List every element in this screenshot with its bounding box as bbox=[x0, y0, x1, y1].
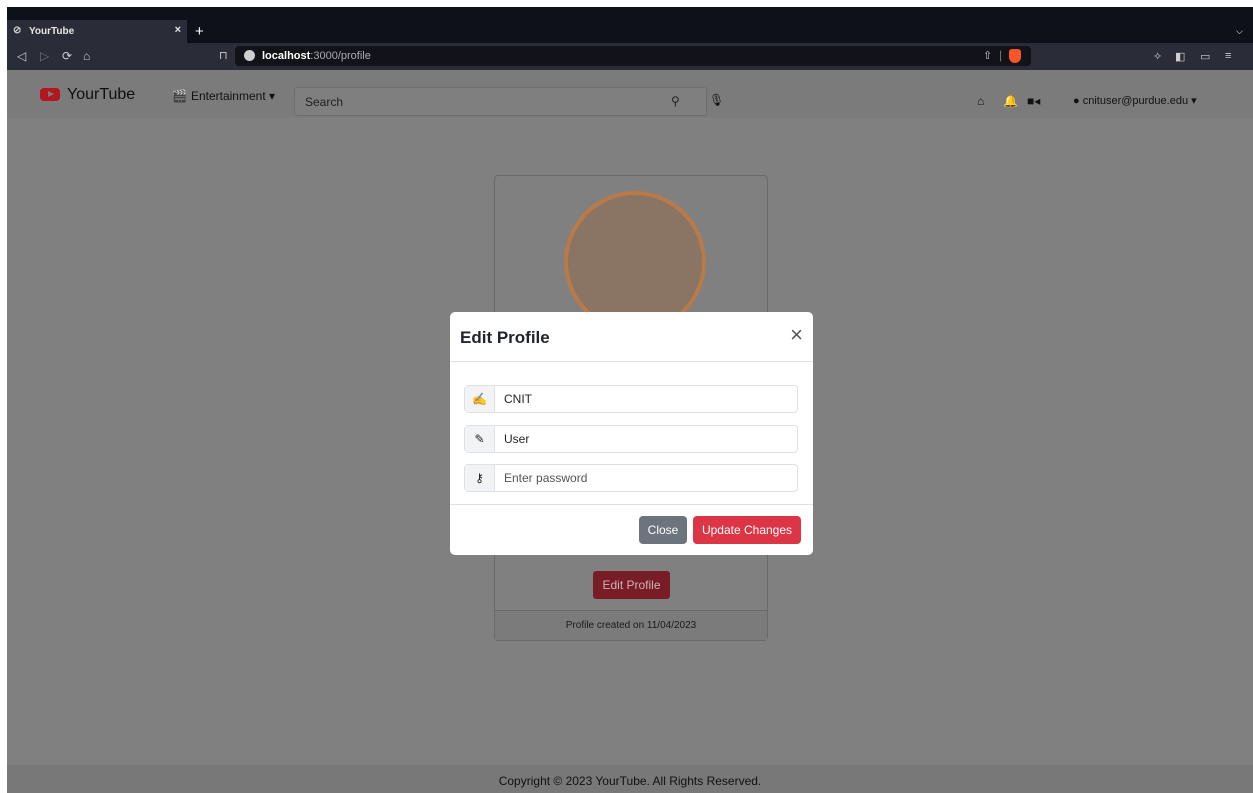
bell-icon[interactable]: 🔔 bbox=[1003, 94, 1018, 108]
edit-profile-button[interactable]: Edit Profile bbox=[593, 571, 670, 599]
brand-name[interactable]: YourTube bbox=[67, 86, 135, 104]
share-icon[interactable]: ⇧ bbox=[983, 49, 992, 62]
back-icon[interactable]: ◁ bbox=[17, 49, 26, 63]
signature-icon: ✍ bbox=[465, 386, 495, 412]
update-changes-button[interactable]: Update Changes bbox=[693, 516, 801, 544]
menu-icon[interactable]: ≡ bbox=[1225, 50, 1231, 62]
modal-footer: Close Update Changes bbox=[450, 504, 813, 555]
key-icon: ⚷ bbox=[465, 465, 495, 491]
password-input[interactable] bbox=[496, 465, 796, 491]
home-icon[interactable]: ⌂ bbox=[83, 49, 90, 63]
category-label: Entertainment bbox=[190, 89, 266, 103]
brave-shield-icon[interactable] bbox=[1009, 49, 1021, 63]
chevron-down-icon[interactable]: ⌵ bbox=[1236, 26, 1243, 37]
search-input[interactable] bbox=[295, 88, 665, 115]
browser-tab[interactable]: ⊘ YourTube × bbox=[7, 20, 187, 43]
last-name-input[interactable] bbox=[496, 426, 796, 452]
reload-icon[interactable]: ⟳ bbox=[62, 49, 72, 63]
search-bar: ⚲ bbox=[294, 87, 707, 116]
first-name-input[interactable] bbox=[496, 386, 796, 412]
footer-copyright: Copyright © 2023 YourTube. All Rights Re… bbox=[7, 765, 1253, 793]
close-icon[interactable]: × bbox=[175, 24, 181, 36]
clapperboard-icon: 🎬 bbox=[172, 89, 187, 103]
wallet-icon[interactable]: ▭ bbox=[1200, 50, 1210, 63]
profile-created: Profile created on 11/04/2023 bbox=[495, 610, 767, 640]
tab-bar: ⊘ YourTube × + ⌵ bbox=[7, 7, 1253, 43]
category-dropdown[interactable]: 🎬 Entertainment ▾ bbox=[172, 89, 275, 103]
browser-window: ⊘ YourTube × + ⌵ ◁ ▷ ⟳ ⌂ ⊓ localhost:300… bbox=[7, 7, 1253, 793]
extensions-icon[interactable]: ✧ bbox=[1153, 50, 1162, 63]
edit-profile-modal: Edit Profile × ✍ ✎ ⚷ Close Update Change… bbox=[450, 312, 813, 555]
globe-icon: ⊘ bbox=[13, 25, 22, 36]
divider: | bbox=[999, 48, 1003, 62]
sidebar-icon[interactable]: ◧ bbox=[1175, 50, 1185, 63]
address-bar[interactable]: localhost:3000/profile ⇧ | bbox=[235, 46, 1031, 66]
lock-icon[interactable] bbox=[244, 50, 255, 61]
close-icon[interactable]: × bbox=[790, 323, 803, 347]
user-icon: ● bbox=[1073, 95, 1080, 107]
microphone-icon[interactable]: 🎙 bbox=[709, 93, 724, 107]
tab-title: YourTube bbox=[29, 26, 75, 37]
edit-icon: ✎ bbox=[465, 426, 495, 452]
modal-header: Edit Profile × bbox=[450, 312, 813, 362]
last-name-field: ✎ bbox=[464, 425, 798, 453]
url-text: localhost:3000/profile bbox=[262, 50, 371, 62]
forward-icon[interactable]: ▷ bbox=[40, 49, 49, 63]
app-navbar: YourTube 🎬Entertainment ▾ ⚲ 🎙 ⌂ 🔔 ■◂ ● c… bbox=[7, 70, 1253, 118]
user-menu[interactable]: ● cnituser@purdue.edu ▾ bbox=[1073, 94, 1197, 107]
search-icon[interactable]: ⚲ bbox=[671, 94, 680, 108]
toolbar: ◁ ▷ ⟳ ⌂ ⊓ localhost:3000/profile ⇧ | ✧ ◧… bbox=[7, 43, 1253, 70]
modal-title: Edit Profile bbox=[460, 328, 550, 347]
first-name-field: ✍ bbox=[464, 385, 798, 413]
video-camera-icon[interactable]: ■◂ bbox=[1027, 94, 1040, 108]
bookmark-icon[interactable]: ⊓ bbox=[219, 49, 228, 62]
close-button[interactable]: Close bbox=[639, 516, 687, 544]
user-email: cnituser@purdue.edu bbox=[1082, 95, 1189, 107]
youtube-logo-icon[interactable] bbox=[40, 88, 60, 101]
home-icon[interactable]: ⌂ bbox=[977, 94, 984, 108]
password-field: ⚷ bbox=[464, 464, 798, 492]
new-tab-button[interactable]: + bbox=[195, 23, 204, 40]
